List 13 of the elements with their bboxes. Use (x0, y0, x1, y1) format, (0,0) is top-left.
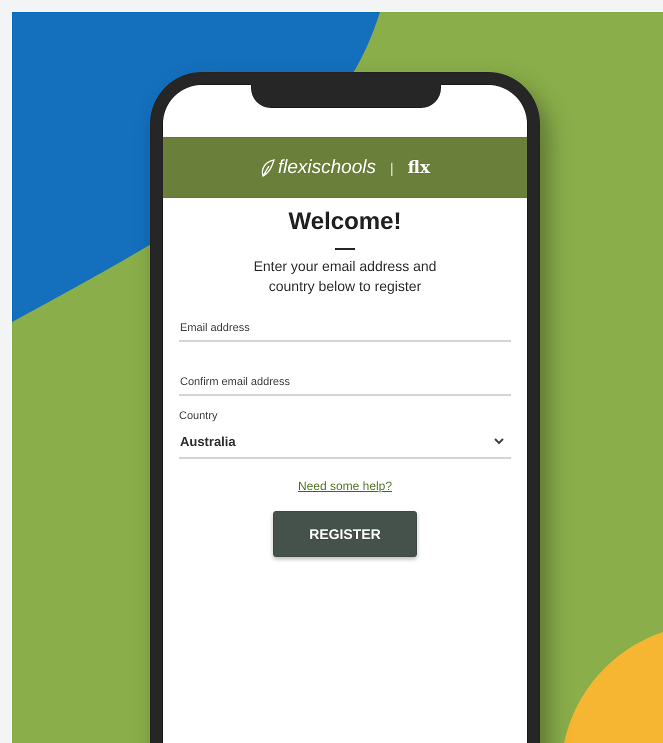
leaf-icon (260, 158, 276, 178)
country-select[interactable]: Australia (179, 428, 511, 459)
sub-brand-name: flx (408, 158, 430, 178)
email-field[interactable]: Confirm email address (179, 372, 511, 396)
email-field[interactable]: Email address (179, 318, 511, 342)
register-button[interactable]: REGISTER (273, 511, 417, 557)
brand-separator: | (390, 160, 394, 176)
chevron-down-icon (494, 438, 504, 445)
brand-name: flexischools (278, 156, 376, 178)
help-link[interactable]: Need some help? (298, 479, 392, 493)
register-instructions: Enter your email address and country below to register (252, 257, 438, 296)
country-label: Country (179, 410, 218, 422)
welcome-title: Welcome! (288, 208, 402, 236)
